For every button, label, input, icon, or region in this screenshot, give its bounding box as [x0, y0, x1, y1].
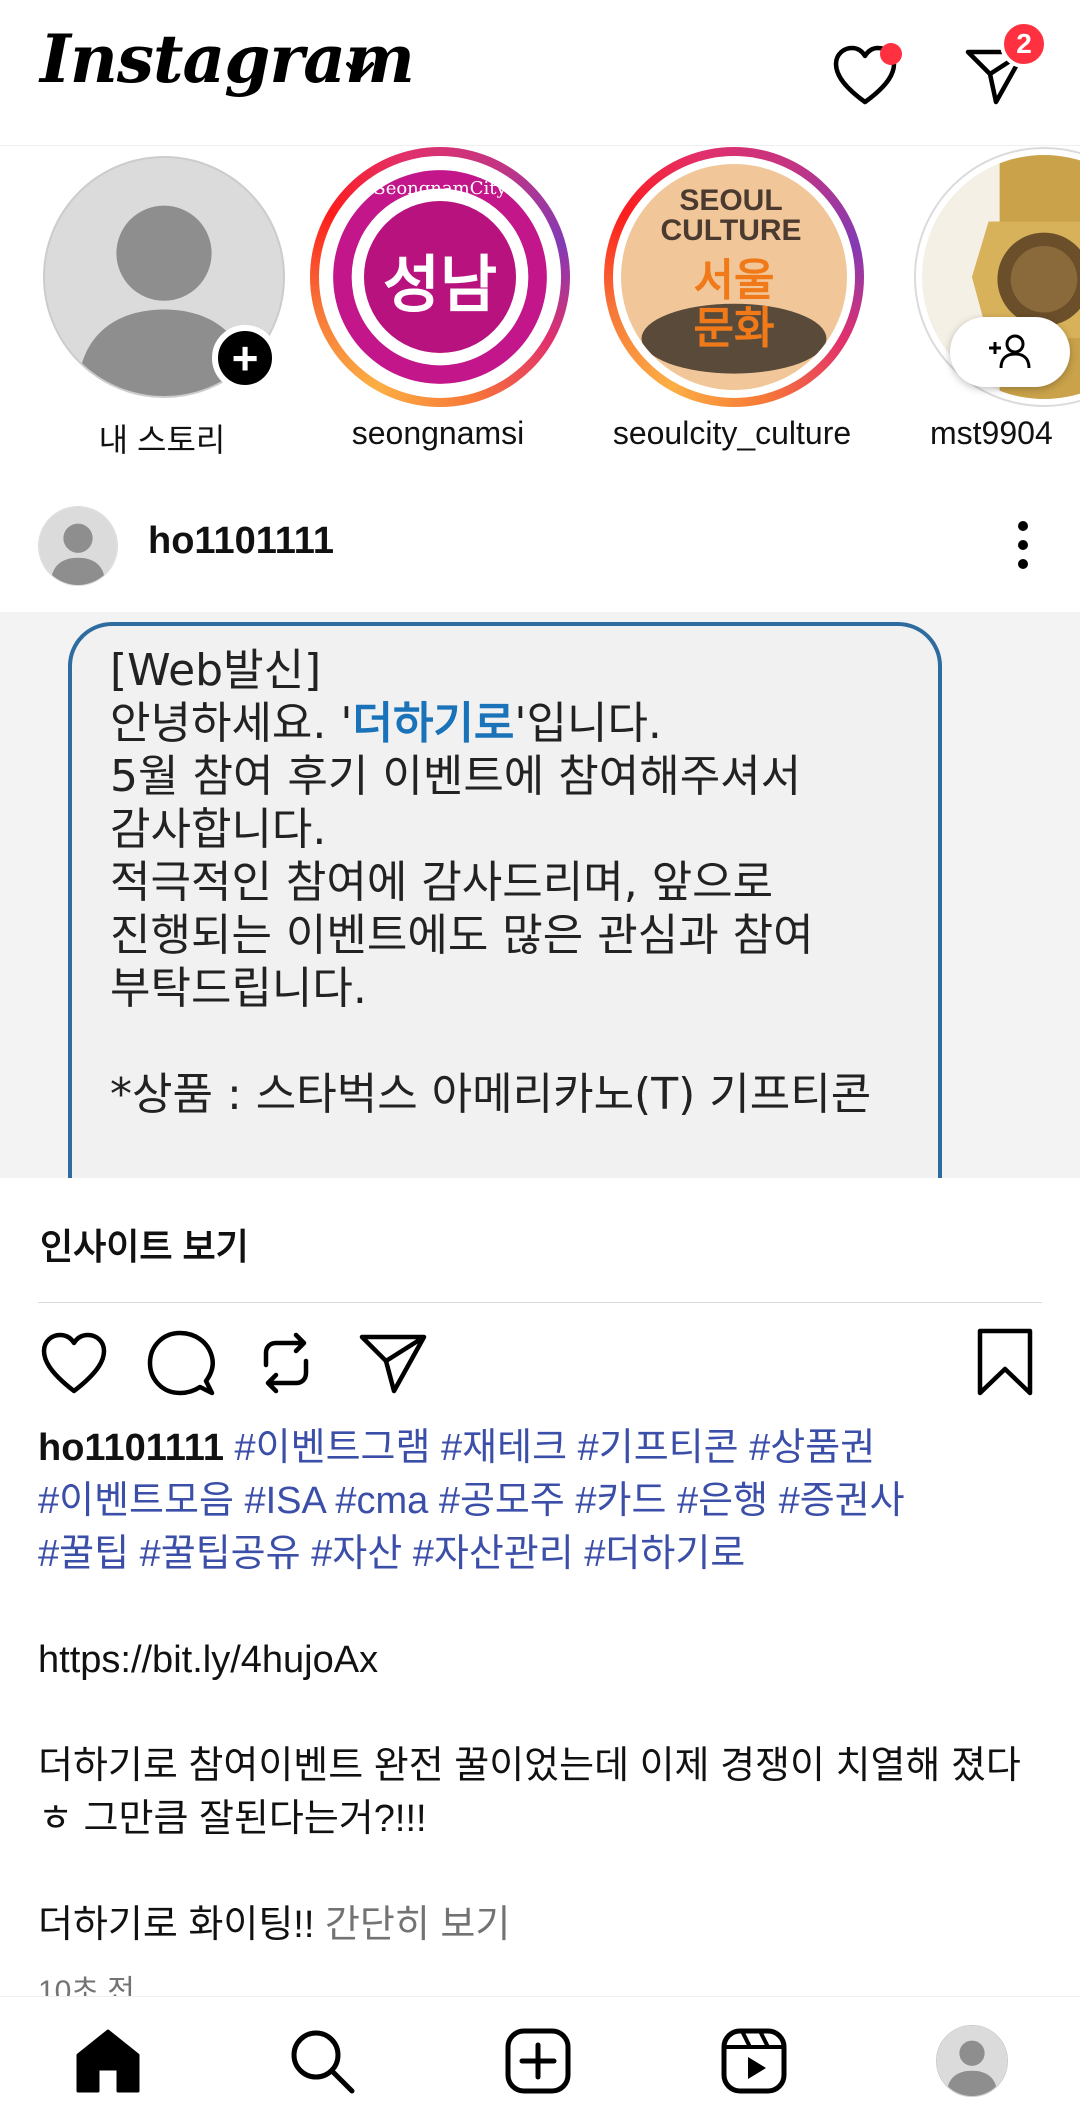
stories-tray: + 내 스토리 성남 SeongnamCity seongnamsi SEOUL…: [0, 147, 1080, 467]
story-seal-caption: SeongnamCity: [373, 178, 507, 199]
hashtags[interactable]: #이벤트모음 #ISA #cma #공모주 #카드 #은행 #증권사: [38, 1475, 1048, 1528]
sms-line: 5월 참여 후기 이벤트에 참여해주셔서: [110, 751, 802, 802]
heart-icon[interactable]: [36, 1325, 112, 1401]
sms-line: 감사합니다.: [110, 804, 327, 855]
bottom-navigation: [0, 1996, 1080, 2124]
notification-dot: [880, 43, 902, 65]
add-person-icon: [989, 334, 1031, 369]
repost-icon[interactable]: [248, 1325, 324, 1401]
reels-icon[interactable]: [716, 2023, 792, 2099]
follow-button[interactable]: [950, 317, 1070, 387]
more-vertical-icon[interactable]: [1000, 510, 1046, 580]
sms-message-box: [Web발신] 안녕하세요. '더하기로'입니다. 5월 참여 후기 이벤트에 …: [68, 622, 942, 1178]
story-my[interactable]: + 내 스토리: [12, 147, 292, 467]
dm-badge-count: 2: [1000, 20, 1048, 68]
profile-icon[interactable]: [936, 2025, 1008, 2097]
caption-text: ㅎ 그만큼 잘된다는거?!!!: [38, 1798, 427, 1840]
post-image[interactable]: [Web발신] 안녕하세요. '더하기로'입니다. 5월 참여 후기 이벤트에 …: [0, 612, 1080, 1178]
sms-line: 안녕하세요. '더하기로'입니다.: [110, 698, 662, 749]
story-seongnamsi[interactable]: 성남 SeongnamCity seongnamsi: [288, 147, 570, 467]
chevron-down-icon[interactable]: [342, 56, 378, 86]
sms-line: 적극적인 참여에 감사드리며, 앞으로: [110, 857, 774, 908]
story-name: mst9904: [930, 415, 1053, 451]
hashtags[interactable]: #이벤트그램 #재테크 #기프티콘 #상품권: [224, 1427, 876, 1469]
sms-line: 부탁드립니다.: [110, 963, 367, 1014]
caption-username[interactable]: ho1101111: [38, 1427, 224, 1469]
story-seal-text: 성남: [382, 248, 498, 321]
post-header: ho1101111: [0, 490, 1080, 600]
story-name: seoulcity_culture: [612, 415, 852, 451]
bookmark-icon[interactable]: [970, 1325, 1040, 1401]
sms-line: 진행되는 이벤트에도 많은 관심과 참여: [110, 910, 814, 961]
story-name: 내 스토리: [98, 422, 226, 458]
caption-text: 더하기로 참여이벤트 완전 꿀이었는데 이제 경쟁이 치열해 졌다: [38, 1745, 1021, 1787]
story-logo-text-kr2: 문화: [693, 303, 775, 354]
sms-line: *상품 : 스타벅스 아메리카노(T) 기프티콘: [110, 1069, 872, 1120]
default-avatar-icon: [39, 507, 117, 585]
brand-highlight: 더하기로: [352, 698, 515, 749]
story-avatar: 성남 SeongnamCity: [327, 164, 553, 390]
story-name: seongnamsi: [351, 415, 525, 451]
app-header: Instagram 2: [0, 0, 1080, 146]
story-logo-text-en: SEOUL CULTURE: [660, 184, 802, 247]
post-caption: ho1101111 #이벤트그램 #재테크 #기프티콘 #상품권 #이벤트모음 …: [38, 1422, 1048, 1952]
caption-link[interactable]: https://bit.ly/4hujoAx: [38, 1634, 1048, 1687]
story-avatar: SEOUL CULTURE 서울 문화: [621, 164, 847, 390]
post-username[interactable]: ho1101111: [148, 520, 334, 563]
add-story-button[interactable]: +: [212, 325, 278, 391]
story-seoulcity-culture[interactable]: SEOUL CULTURE 서울 문화 seoulcity_culture: [582, 147, 864, 467]
default-avatar-icon: [937, 2026, 1007, 2096]
story-mst9904[interactable]: mst9904: [890, 147, 1080, 467]
sms-line: [Web발신]: [110, 645, 322, 696]
create-icon[interactable]: [500, 2023, 576, 2099]
share-icon[interactable]: [354, 1325, 430, 1401]
post-avatar[interactable]: [38, 506, 118, 586]
caption-text: 더하기로 화이팅!!: [38, 1904, 325, 1946]
home-icon[interactable]: [70, 2023, 146, 2099]
view-insights-link[interactable]: 인사이트 보기: [40, 1218, 249, 1270]
show-less-link[interactable]: 간단히 보기: [325, 1904, 510, 1946]
divider: [38, 1302, 1042, 1303]
comment-icon[interactable]: [142, 1325, 218, 1401]
hashtags[interactable]: #꿀팁 #꿀팁공유 #자산 #자산관리 #더하기로: [38, 1528, 1048, 1581]
search-icon[interactable]: [284, 2023, 360, 2099]
